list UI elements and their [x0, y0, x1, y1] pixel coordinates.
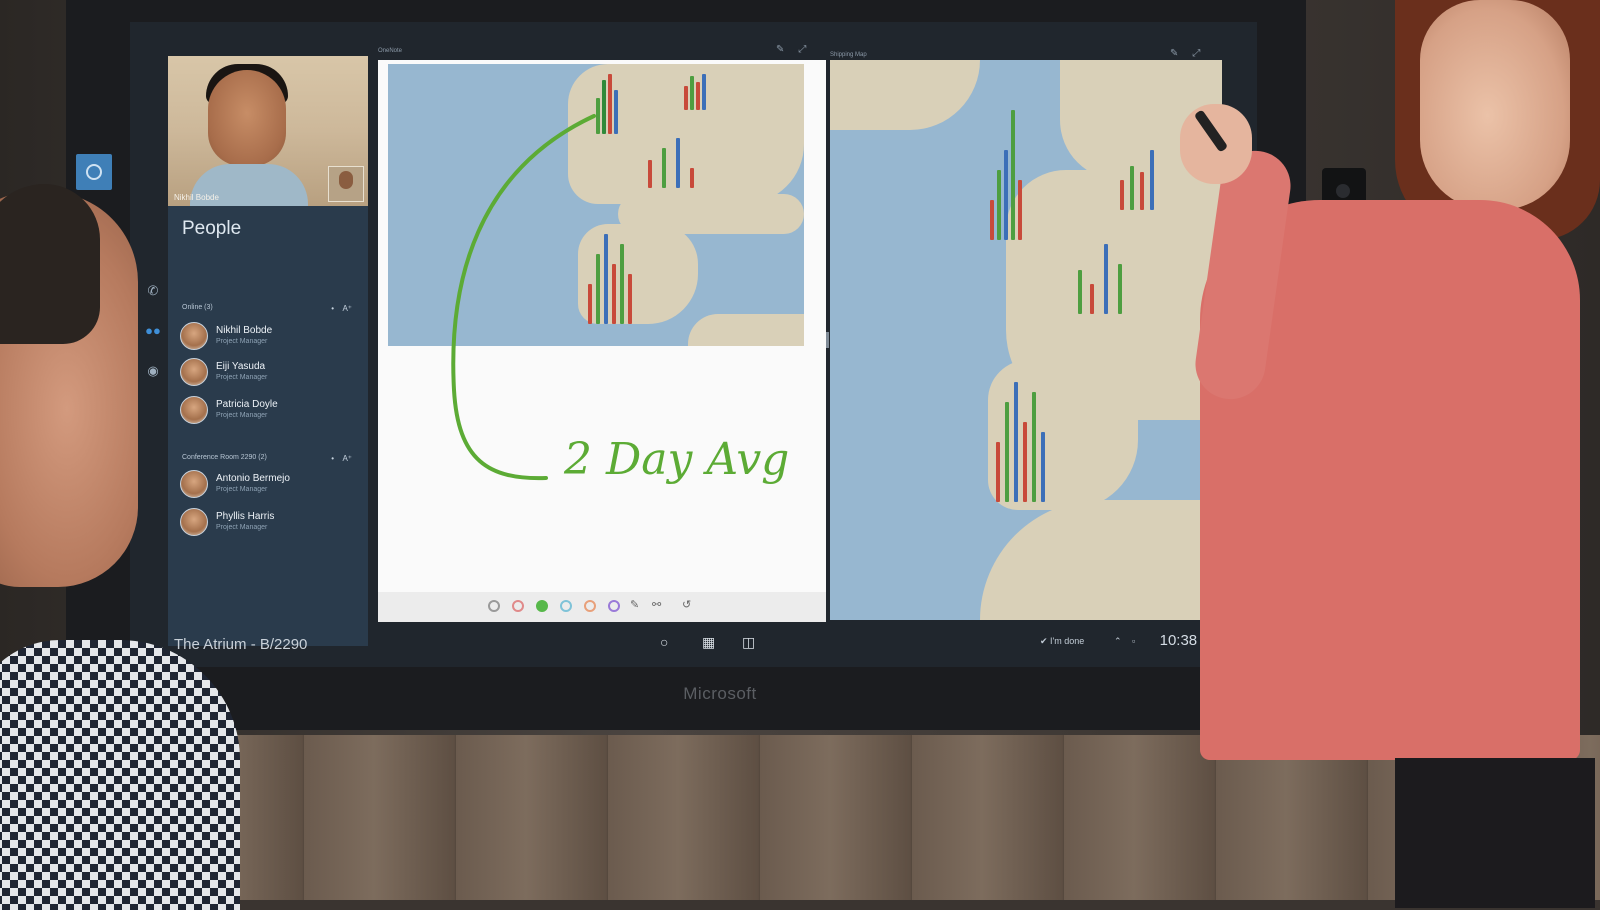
video-caller-name: Nikhil Bobde [174, 193, 219, 202]
data-bars [996, 382, 1056, 502]
search-icon[interactable]: ○ [660, 634, 668, 650]
people-sidebar: Nikhil Bobde People Online (3) • A⁺ Nikh… [168, 56, 368, 646]
windows-icon[interactable]: ▦ [702, 634, 715, 651]
device-brand: Microsoft [683, 684, 757, 703]
caller-face [208, 70, 286, 166]
undo-icon[interactable]: ↺ [682, 598, 691, 611]
avatar [180, 396, 208, 424]
taskbar: The Atrium - B/2290 ○ ▦ ◫ ✔ I'm done ⌃ ▫… [130, 620, 1257, 667]
group-controls-icon[interactable]: • A⁺ [331, 304, 352, 313]
foreground-man-hair [0, 184, 100, 344]
people-icon[interactable]: ●● [144, 322, 162, 340]
eraser-icon[interactable]: ⚯ [652, 598, 661, 611]
list-item[interactable]: Nikhil Bobde Project Manager [180, 322, 360, 352]
group-conference-label: Conference Room 2290 (2) • A⁺ [182, 454, 352, 463]
ink-annotation: 2 Day Avg [564, 434, 790, 485]
data-bars [1120, 150, 1166, 210]
list-item[interactable]: Phyllis Harris Project Manager [180, 508, 360, 538]
expand-icon[interactable]: ⤢ [1192, 48, 1214, 59]
room-location: The Atrium - B/2290 [174, 636, 308, 653]
pen-icon[interactable]: ✎ [630, 598, 639, 611]
self-view-thumbnail[interactable] [328, 166, 364, 202]
expand-icon[interactable]: ⤢ [798, 44, 820, 55]
ink-arrow [451, 114, 596, 481]
notification-icon[interactable]: ▫ [1132, 636, 1135, 646]
shipping-map [830, 60, 1222, 620]
avatar [180, 358, 208, 386]
presenter-face [1420, 0, 1570, 210]
pen-icon[interactable]: ✎ [776, 44, 798, 55]
group-controls-icon[interactable]: • A⁺ [331, 454, 352, 463]
presenter-pants [1395, 758, 1595, 908]
onenote-pane[interactable]: 2 Day Avg ✎ ⚯ ↺ [378, 60, 826, 622]
avatar [180, 508, 208, 536]
list-item[interactable]: Eiji Yasuda Project Manager [180, 358, 360, 388]
pen-color-blue[interactable] [560, 600, 572, 612]
left-pane-controls: ✎⤢ [776, 44, 820, 55]
pen-color-orange[interactable] [584, 600, 596, 612]
people-title: People [182, 218, 242, 239]
shipping-map-pane[interactable] [830, 60, 1222, 620]
hub-screen: ✆ ●● ◉ Nikhil Bobde People Online (3) • … [130, 22, 1257, 667]
pen-toolbar: ✎ ⚯ ↺ [378, 592, 826, 622]
left-rail: ✆ ●● ◉ [140, 282, 168, 442]
list-item[interactable]: Antonio Bermejo Project Manager [180, 470, 360, 500]
chevron-up-icon[interactable]: ⌃ [1114, 636, 1122, 647]
task-view-icon[interactable]: ◫ [742, 634, 755, 651]
right-pane-title: Shipping Map [830, 52, 867, 58]
list-item[interactable]: Patricia Doyle Project Manager [180, 396, 360, 426]
pen-color-green[interactable] [536, 600, 548, 612]
pen-color-gray[interactable] [488, 600, 500, 612]
data-bars [990, 110, 1030, 240]
chat-icon[interactable]: ◉ [144, 362, 162, 380]
done-status[interactable]: ✔ I'm done [1040, 636, 1084, 647]
pen-icon[interactable]: ✎ [1170, 48, 1192, 59]
phone-icon[interactable]: ✆ [144, 282, 162, 300]
avatar [180, 470, 208, 498]
data-bars [1078, 244, 1138, 314]
right-pane-controls: ✎⤢ [1170, 48, 1214, 59]
foreground-man-shirt [0, 640, 240, 910]
split-handle[interactable] [826, 332, 829, 348]
avatar [180, 322, 208, 350]
group-online-label: Online (3) • A⁺ [182, 304, 352, 313]
pen-color-purple[interactable] [608, 600, 620, 612]
video-call-feed[interactable]: Nikhil Bobde [168, 56, 368, 206]
left-pane-title: OneNote [378, 48, 403, 54]
sticky-tile-icon [76, 154, 112, 190]
pen-color-red[interactable] [512, 600, 524, 612]
